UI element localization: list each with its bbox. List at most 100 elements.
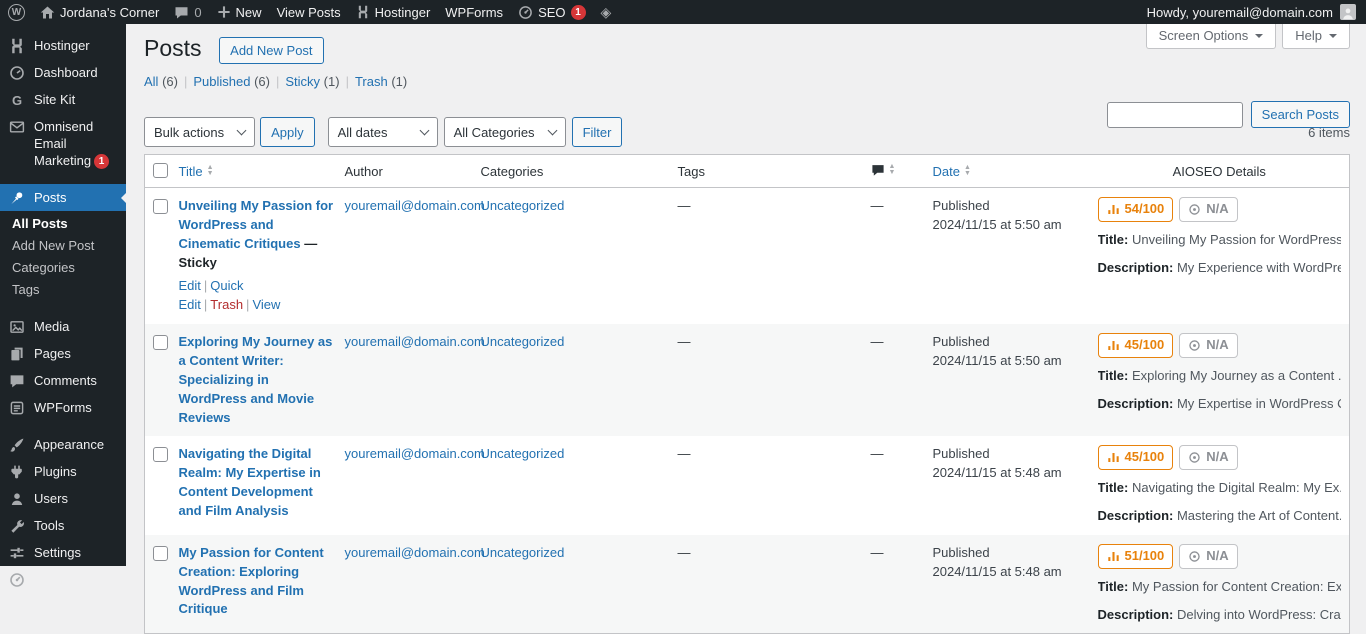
avatar[interactable]: [1340, 4, 1356, 20]
comments-menu[interactable]: 0: [174, 5, 201, 20]
select-all-checkbox[interactable]: [153, 163, 168, 178]
filter-all[interactable]: All (6): [144, 74, 178, 89]
howdy-account-menu[interactable]: Howdy, youremail@domain.com: [1147, 5, 1333, 20]
sidebar-item-comments[interactable]: Comments: [0, 367, 126, 394]
screen-options-button[interactable]: Screen Options: [1146, 24, 1277, 49]
plugin-diamond-menu[interactable]: ◈: [601, 5, 612, 19]
aioseo-score-badge[interactable]: 45/100: [1098, 445, 1174, 470]
admin-sidebar: Hostinger Dashboard G Site Kit Omnisend …: [0, 24, 126, 566]
gear-icon: [1188, 203, 1201, 216]
hostinger-menu[interactable]: Hostinger: [356, 5, 431, 20]
author-link[interactable]: youremail@domain.com: [345, 545, 485, 560]
wrench-icon: [9, 518, 25, 534]
category-link[interactable]: Uncategorized: [481, 198, 565, 213]
edit-link[interactable]: Edit: [179, 278, 201, 293]
sidebar-item-tools[interactable]: Tools: [0, 512, 126, 539]
aioseo-na-badge[interactable]: N/A: [1179, 197, 1237, 222]
score-chart-icon: [1107, 550, 1120, 563]
row-checkbox[interactable]: [153, 447, 168, 462]
filter-button[interactable]: Filter: [572, 117, 623, 147]
sidebar-item-settings[interactable]: Settings: [0, 539, 126, 566]
category-link[interactable]: Uncategorized: [481, 545, 565, 560]
filter-sticky[interactable]: Sticky (1): [285, 74, 339, 89]
search-posts-button[interactable]: Search Posts: [1251, 101, 1350, 128]
sidebar-item-hostinger[interactable]: Hostinger: [0, 32, 126, 59]
tags-value: —: [678, 545, 691, 560]
aioseo-na-badge[interactable]: N/A: [1179, 544, 1237, 569]
posts-submenu: All Posts Add New Post Categories Tags: [0, 211, 126, 307]
new-menu[interactable]: New: [217, 5, 262, 20]
column-author: Author: [343, 155, 479, 188]
post-title-link[interactable]: Exploring My Journey as a Content Writer…: [179, 334, 333, 424]
trash-link[interactable]: Trash: [210, 297, 243, 312]
author-link[interactable]: youremail@domain.com: [345, 198, 485, 213]
omnisend-badge: 1: [94, 154, 109, 169]
sort-by-comments[interactable]: ▲▼: [871, 163, 896, 177]
sidebar-item-site-kit[interactable]: G Site Kit: [0, 86, 126, 113]
submenu-categories[interactable]: Categories: [0, 257, 126, 279]
category-link[interactable]: Uncategorized: [481, 446, 565, 461]
table-row: Navigating the Digital Realm: My Experti…: [145, 436, 1350, 535]
row-checkbox[interactable]: [153, 546, 168, 561]
sidebar-item-all-in-one-seo[interactable]: All in One SEO: [0, 566, 126, 610]
aioseo-score-badge[interactable]: 54/100: [1098, 197, 1174, 222]
view-link[interactable]: View: [252, 297, 280, 312]
search-posts-input[interactable]: [1107, 102, 1243, 128]
filter-trash[interactable]: Trash (1): [355, 74, 407, 89]
sidebar-item-media[interactable]: Media: [0, 313, 126, 340]
sort-by-date[interactable]: Date▲▼: [933, 164, 971, 179]
sidebar-item-plugins[interactable]: Plugins: [0, 458, 126, 485]
column-tags: Tags: [676, 155, 869, 188]
aioseo-na-badge[interactable]: N/A: [1179, 333, 1237, 358]
aioseo-title-line: Title: Navigating the Digital Realm: My …: [1098, 479, 1342, 498]
aioseo-score-badge[interactable]: 45/100: [1098, 333, 1174, 358]
table-row: My Passion for Content Creation: Explori…: [145, 535, 1350, 634]
gear-icon: [1188, 451, 1201, 464]
submenu-add-new-post[interactable]: Add New Post: [0, 235, 126, 257]
dashboard-icon: [9, 65, 25, 81]
category-link[interactable]: Uncategorized: [481, 334, 565, 349]
sort-by-title[interactable]: Title▲▼: [179, 164, 214, 179]
post-title-link[interactable]: Unveiling My Passion for WordPress and C…: [179, 198, 334, 270]
active-menu-arrow: [116, 193, 126, 203]
sidebar-item-dashboard[interactable]: Dashboard: [0, 59, 126, 86]
categories-filter-select[interactable]: All Categories: [444, 117, 566, 147]
comments-count: 0: [194, 5, 201, 20]
row-checkbox[interactable]: [153, 199, 168, 214]
sidebar-item-posts[interactable]: Posts: [0, 184, 126, 211]
view-posts-menu[interactable]: View Posts: [277, 5, 341, 20]
column-categories: Categories: [479, 155, 676, 188]
submenu-tags[interactable]: Tags: [0, 279, 126, 301]
sidebar-item-users[interactable]: Users: [0, 485, 126, 512]
sidebar-item-omnisend[interactable]: Omnisend Email Marketing1: [0, 113, 126, 174]
chevron-down-icon: [1255, 34, 1263, 42]
admin-bar: W Jordana's Corner 0 New View Posts: [0, 0, 1366, 24]
post-title-link[interactable]: Navigating the Digital Realm: My Experti…: [179, 446, 321, 518]
dates-filter-select[interactable]: All dates: [328, 117, 438, 147]
score-chart-icon: [1107, 339, 1120, 352]
comment-bubble-icon: [871, 163, 885, 177]
add-new-post-button[interactable]: Add New Post: [219, 37, 323, 64]
aioseo-score-badge[interactable]: 51/100: [1098, 544, 1174, 569]
wp-logo-menu[interactable]: W: [8, 4, 25, 21]
help-button[interactable]: Help: [1282, 24, 1350, 49]
seo-menu[interactable]: SEO 1: [518, 5, 585, 20]
aioseo-title-line: Title: Exploring My Journey as a Content…: [1098, 367, 1342, 386]
submenu-all-posts[interactable]: All Posts: [0, 213, 126, 235]
sidebar-item-pages[interactable]: Pages: [0, 340, 126, 367]
site-name-menu[interactable]: Jordana's Corner: [40, 5, 159, 20]
author-link[interactable]: youremail@domain.com: [345, 446, 485, 461]
wpforms-menu[interactable]: WPForms: [445, 5, 503, 20]
post-title-link[interactable]: My Passion for Content Creation: Explori…: [179, 545, 324, 617]
diamond-icon: ◈: [601, 5, 612, 19]
author-link[interactable]: youremail@domain.com: [345, 334, 485, 349]
aioseo-title-line: Title: Unveiling My Passion for WordPres…: [1098, 231, 1342, 250]
sidebar-item-appearance[interactable]: Appearance: [0, 431, 126, 458]
comment-bubble-icon: [9, 373, 25, 389]
apply-button[interactable]: Apply: [260, 117, 315, 147]
filter-published[interactable]: Published (6): [193, 74, 270, 89]
row-checkbox[interactable]: [153, 335, 168, 350]
sidebar-item-wpforms[interactable]: WPForms: [0, 394, 126, 421]
aioseo-na-badge[interactable]: N/A: [1179, 445, 1237, 470]
bulk-actions-select[interactable]: Bulk actions: [144, 117, 255, 147]
